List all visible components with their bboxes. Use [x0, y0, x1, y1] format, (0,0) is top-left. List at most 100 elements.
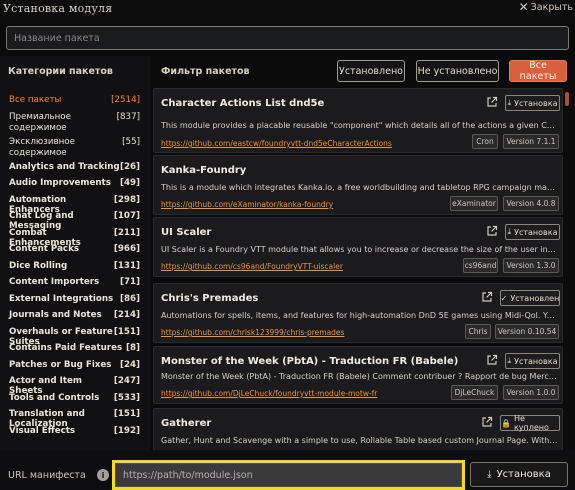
external-link-icon[interactable] [486, 354, 498, 366]
author-badge: eXaminator [450, 196, 498, 211]
external-link-icon[interactable] [481, 291, 493, 303]
not-purchased-button[interactable]: 🔒 Не куплено [500, 414, 560, 432]
package-card: Monster of the Week (PbtA) - Traduction … [153, 346, 563, 404]
package-url[interactable]: https://github.com/eXaminator/kanka-foun… [161, 200, 333, 209]
category-chat[interactable]: Chat Log and Messaging [107] [9, 211, 140, 231]
category-audio[interactable]: Audio Improvements [49] [9, 178, 140, 195]
check-icon: ✓ [500, 293, 508, 303]
version-badge: Version 1.0.0 [503, 385, 559, 400]
category-label: Все пакеты [9, 95, 62, 105]
category-count: [837] [116, 111, 140, 122]
installed-button[interactable]: ✓ Установлен [500, 290, 560, 306]
category-translation[interactable]: Translation and Localization [151] [9, 409, 140, 429]
category-paid[interactable]: Contains Paid Features [8] [9, 343, 140, 360]
category-analytics[interactable]: Analytics and Tracking [26] [9, 162, 140, 179]
category-count: [55] [122, 136, 140, 147]
package-url[interactable]: https://github.com/chrisk123999/chris-pr… [161, 328, 344, 337]
install-button[interactable]: ⤓ Установка [505, 95, 560, 111]
category-label: Tools and Controls [9, 392, 100, 403]
category-count: [298] [113, 194, 140, 205]
category-integrations[interactable]: External Integrations [86] [9, 294, 140, 311]
category-count: [966] [113, 244, 140, 254]
filter-all-button[interactable]: Все пакеты [509, 60, 567, 82]
package-name: UI Scaler [161, 227, 212, 238]
external-link-icon[interactable] [486, 225, 498, 237]
category-label: Content Packs [9, 244, 80, 254]
category-count: [2514] [111, 95, 140, 105]
package-search [6, 26, 569, 50]
category-automation[interactable]: Automation Enhancers [298] [9, 194, 140, 215]
category-all[interactable]: Все пакеты [2514] [9, 95, 140, 112]
info-icon[interactable]: i [97, 469, 109, 481]
manifest-footer: URL манифеста i ⤓ Установка [0, 450, 575, 490]
category-count: [71] [119, 277, 140, 287]
category-label: Эксклюзивное содержимое [9, 136, 75, 159]
package-card: Character Actions List dnd5e ⤓ Установка … [153, 88, 563, 153]
category-exclusive[interactable]: Эксклюзивное содержимое [55] [9, 137, 140, 162]
category-sheets[interactable]: Actor and Item Sheets [247] [9, 376, 140, 396]
category-label: Analytics and Tracking [9, 161, 120, 172]
category-label: Visual Effects [9, 425, 76, 436]
version-badge: Version 4.0.8 [503, 196, 559, 211]
version-badge: Version 0.10.54 [495, 324, 559, 339]
category-count: [533] [113, 392, 140, 403]
package-url[interactable]: https://github.com/eastcw/foundryvtt-dnd… [161, 139, 392, 148]
category-label: Премиальное содержимое [9, 111, 71, 134]
category-sidebar: Категории пакетов Все пакеты [2514] Преми… [0, 56, 150, 450]
category-count: [151] [113, 326, 140, 337]
category-tools[interactable]: Tools and Controls [533] [9, 393, 140, 410]
author-badge: DjLeChuck [451, 385, 498, 400]
category-combat[interactable]: Combat Enhancements [211] [9, 228, 140, 248]
category-journals[interactable]: Journals and Notes [214] [9, 310, 140, 327]
category-content-packs[interactable]: Content Packs [966] [9, 244, 140, 261]
author-badge: cs96and [463, 258, 498, 273]
category-count: [8] [126, 343, 140, 353]
category-premium[interactable]: Премиальное содержимое [837] [9, 112, 140, 137]
filter-installed-button[interactable]: Установлено [337, 60, 405, 82]
category-patches[interactable]: Patches or Bug Fixes [24] [9, 360, 140, 377]
version-badge: Version 7.1.1 [503, 134, 559, 149]
manifest-url-input[interactable] [115, 463, 462, 487]
download-icon: ⤓ [507, 356, 512, 365]
category-count: [24] [119, 359, 140, 370]
external-link-icon[interactable] [486, 96, 498, 108]
package-description: Monster of the Week (PbtA) - Traduction … [161, 372, 558, 381]
package-search-input[interactable] [7, 27, 568, 49]
install-button[interactable]: ⤓ Установка [505, 224, 560, 240]
category-count: [192] [113, 425, 140, 436]
filter-heading: Фильтр пакетов [161, 66, 250, 77]
package-card: Chris's Premades ✓ Установлен Automations… [153, 283, 563, 343]
category-count: [151] [113, 409, 140, 419]
category-dice[interactable]: Dice Rolling [131] [9, 261, 140, 278]
external-link-icon[interactable] [481, 416, 493, 428]
list-scrollbar[interactable] [565, 92, 569, 106]
install-button-label: Установка [514, 356, 558, 366]
filter-not-installed-button[interactable]: Не установлено [416, 60, 499, 82]
installed-button-label: Установлен [510, 293, 560, 303]
category-count: [49] [119, 178, 140, 188]
manifest-install-button[interactable]: ⤓ Установка [470, 462, 568, 487]
category-count: [26] [119, 161, 140, 172]
package-name: Kanka-Foundry [161, 165, 247, 176]
category-label: External Integrations [9, 293, 114, 304]
package-list: Character Actions List dnd5e ⤓ Установка … [153, 88, 565, 450]
package-description: UI Scaler is a Foundry VTT module that a… [161, 245, 558, 254]
category-label: Patches or Bug Fixes [9, 359, 112, 370]
download-icon: ⤓ [487, 469, 492, 480]
package-description: This is a module which integrates Kanka.… [161, 183, 558, 192]
manifest-url-field [112, 460, 465, 490]
category-list: Все пакеты [2514] Премиальное содержимое [… [9, 95, 140, 442]
package-description: Automations for spells, items, and featu… [161, 311, 558, 320]
category-overhauls[interactable]: Overhauls or Feature Suites [151] [9, 326, 140, 347]
lock-icon: 🔒 [501, 418, 511, 428]
package-url[interactable]: https://github.com/cs96and/FoundryVTT-ui… [161, 262, 343, 271]
category-label: Journals and Notes [9, 310, 102, 320]
category-visual-effects[interactable]: Visual Effects [192] [9, 426, 140, 443]
category-importers[interactable]: Content Importers [71] [9, 277, 140, 294]
category-count: [214] [113, 310, 140, 320]
install-button[interactable]: ⤓ Установка [505, 353, 560, 369]
package-url[interactable]: https://github.com/DjLeChuck/foundryvtt-… [161, 389, 377, 398]
install-button-label: Установка [514, 98, 558, 108]
close-button[interactable]: ✕ Закрыть [519, 1, 573, 13]
not-purchased-label: Не куплено [513, 414, 549, 432]
